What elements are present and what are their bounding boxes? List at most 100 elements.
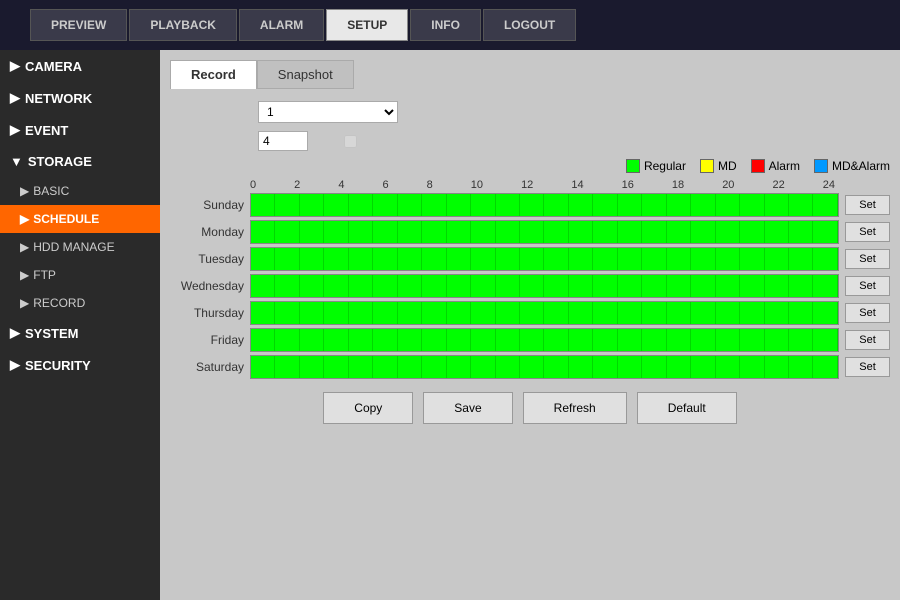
- day-label-tuesday: Tuesday: [170, 252, 250, 266]
- day-label-saturday: Saturday: [170, 360, 250, 374]
- grid-fill-tuesday: [251, 248, 838, 270]
- time-label-24: 24: [823, 179, 835, 191]
- legend: RegularMDAlarmMD&Alarm: [170, 159, 890, 173]
- set-button-saturday[interactable]: Set: [845, 357, 890, 377]
- bottom-buttons: Copy Save Refresh Default: [170, 392, 890, 424]
- triangle-icon: ▼: [10, 154, 23, 169]
- legend-label: MD&Alarm: [832, 159, 890, 173]
- nav-tab-info[interactable]: INFO: [410, 9, 481, 41]
- set-button-wednesday[interactable]: Set: [845, 276, 890, 296]
- content-tab-record[interactable]: Record: [170, 60, 257, 89]
- channel-row: 1: [170, 101, 890, 123]
- nav-tabs: PREVIEWPLAYBACKALARMSETUPINFOLOGOUT: [30, 9, 576, 41]
- schedule-row-friday: Friday Set: [170, 328, 890, 352]
- time-label-18: 18: [672, 179, 684, 191]
- redundancy-label: [344, 135, 361, 148]
- grid-bar-tuesday[interactable]: [250, 247, 839, 271]
- time-label-0: 0: [250, 179, 256, 191]
- set-button-thursday[interactable]: Set: [845, 303, 890, 323]
- set-button-friday[interactable]: Set: [845, 330, 890, 350]
- time-label-8: 8: [427, 179, 433, 191]
- grid-bar-friday[interactable]: [250, 328, 839, 352]
- nav-tab-logout[interactable]: LOGOUT: [483, 9, 576, 41]
- set-button-tuesday[interactable]: Set: [845, 249, 890, 269]
- grid-bar-wednesday[interactable]: [250, 274, 839, 298]
- time-label-12: 12: [521, 179, 533, 191]
- legend-color-regular: [626, 159, 640, 173]
- sidebar-item-schedule[interactable]: ▶ SCHEDULE: [0, 205, 160, 233]
- time-label-16: 16: [622, 179, 634, 191]
- time-labels: 024681012141618202224: [250, 179, 835, 191]
- grid-fill-sunday: [251, 194, 838, 216]
- time-axis: 024681012141618202224: [250, 179, 835, 191]
- content-area: RecordSnapshot 1 RegularMDAlarmMD&Alarm: [160, 50, 900, 600]
- arrow-icon: ▶: [20, 212, 29, 226]
- day-label-thursday: Thursday: [170, 306, 250, 320]
- schedule-row-wednesday: Wednesday Set: [170, 274, 890, 298]
- set-button-sunday[interactable]: Set: [845, 195, 890, 215]
- day-label-monday: Monday: [170, 225, 250, 239]
- triangle-icon: ▶: [10, 357, 20, 373]
- grid-fill-wednesday: [251, 275, 838, 297]
- grid-bar-sunday[interactable]: [250, 193, 839, 217]
- nav-tab-setup[interactable]: SETUP: [326, 9, 408, 41]
- legend-label: Alarm: [769, 159, 800, 173]
- main-layout: ▶ CAMERA▶ NETWORK▶ EVENT▼ STORAGE▶ BASIC…: [0, 50, 900, 600]
- triangle-icon: ▶: [10, 90, 20, 106]
- nav-tab-preview[interactable]: PREVIEW: [30, 9, 127, 41]
- schedule-row-tuesday: Tuesday Set: [170, 247, 890, 271]
- triangle-icon: ▶: [10, 122, 20, 138]
- copy-button[interactable]: Copy: [323, 392, 413, 424]
- sidebar-section-network[interactable]: ▶ NETWORK: [0, 82, 160, 114]
- nav-tab-alarm[interactable]: ALARM: [239, 9, 324, 41]
- legend-item-regular: Regular: [626, 159, 686, 173]
- day-label-wednesday: Wednesday: [170, 279, 250, 293]
- time-label-10: 10: [471, 179, 483, 191]
- save-button[interactable]: Save: [423, 392, 512, 424]
- content-tabs: RecordSnapshot: [170, 60, 890, 89]
- time-label-6: 6: [382, 179, 388, 191]
- schedule-row-thursday: Thursday Set: [170, 301, 890, 325]
- schedule-row-monday: Monday Set: [170, 220, 890, 244]
- sidebar-section-security[interactable]: ▶ SECURITY: [0, 349, 160, 381]
- grid-fill-friday: [251, 329, 838, 351]
- sidebar-section-event[interactable]: ▶ EVENT: [0, 114, 160, 146]
- content-tab-snapshot[interactable]: Snapshot: [257, 60, 354, 89]
- channel-select[interactable]: 1: [258, 101, 398, 123]
- grid-bar-thursday[interactable]: [250, 301, 839, 325]
- prerecord-input[interactable]: [258, 131, 308, 151]
- schedule-row-sunday: Sunday Set: [170, 193, 890, 217]
- grid-bar-monday[interactable]: [250, 220, 839, 244]
- sidebar-section-storage[interactable]: ▼ STORAGE: [0, 146, 160, 177]
- time-label-20: 20: [722, 179, 734, 191]
- day-label-friday: Friday: [170, 333, 250, 347]
- default-button[interactable]: Default: [637, 392, 737, 424]
- arrow-icon: ▶: [20, 240, 29, 254]
- sidebar: ▶ CAMERA▶ NETWORK▶ EVENT▼ STORAGE▶ BASIC…: [0, 50, 160, 600]
- time-label-2: 2: [294, 179, 300, 191]
- legend-item-alarm: Alarm: [751, 159, 800, 173]
- sidebar-section-camera[interactable]: ▶ CAMERA: [0, 50, 160, 82]
- sidebar-item-basic[interactable]: ▶ BASIC: [0, 177, 160, 205]
- schedule-row-saturday: Saturday Set: [170, 355, 890, 379]
- refresh-button[interactable]: Refresh: [523, 392, 627, 424]
- arrow-icon: ▶: [20, 296, 29, 310]
- redundancy-checkbox[interactable]: [344, 135, 357, 148]
- triangle-icon: ▶: [10, 58, 20, 74]
- legend-label: Regular: [644, 159, 686, 173]
- sidebar-section-system[interactable]: ▶ SYSTEM: [0, 317, 160, 349]
- header: PREVIEWPLAYBACKALARMSETUPINFOLOGOUT: [0, 0, 900, 50]
- sidebar-item-record[interactable]: ▶ RECORD: [0, 289, 160, 317]
- time-label-4: 4: [338, 179, 344, 191]
- grid-fill-saturday: [251, 356, 838, 378]
- nav-tab-playback[interactable]: PLAYBACK: [129, 9, 237, 41]
- time-label-22: 22: [772, 179, 784, 191]
- arrow-icon: ▶: [20, 268, 29, 282]
- sidebar-item-hdd-manage[interactable]: ▶ HDD MANAGE: [0, 233, 160, 261]
- sidebar-item-ftp[interactable]: ▶ FTP: [0, 261, 160, 289]
- legend-item-md-alarm: MD&Alarm: [814, 159, 890, 173]
- set-button-monday[interactable]: Set: [845, 222, 890, 242]
- grid-fill-thursday: [251, 302, 838, 324]
- day-label-sunday: Sunday: [170, 198, 250, 212]
- grid-bar-saturday[interactable]: [250, 355, 839, 379]
